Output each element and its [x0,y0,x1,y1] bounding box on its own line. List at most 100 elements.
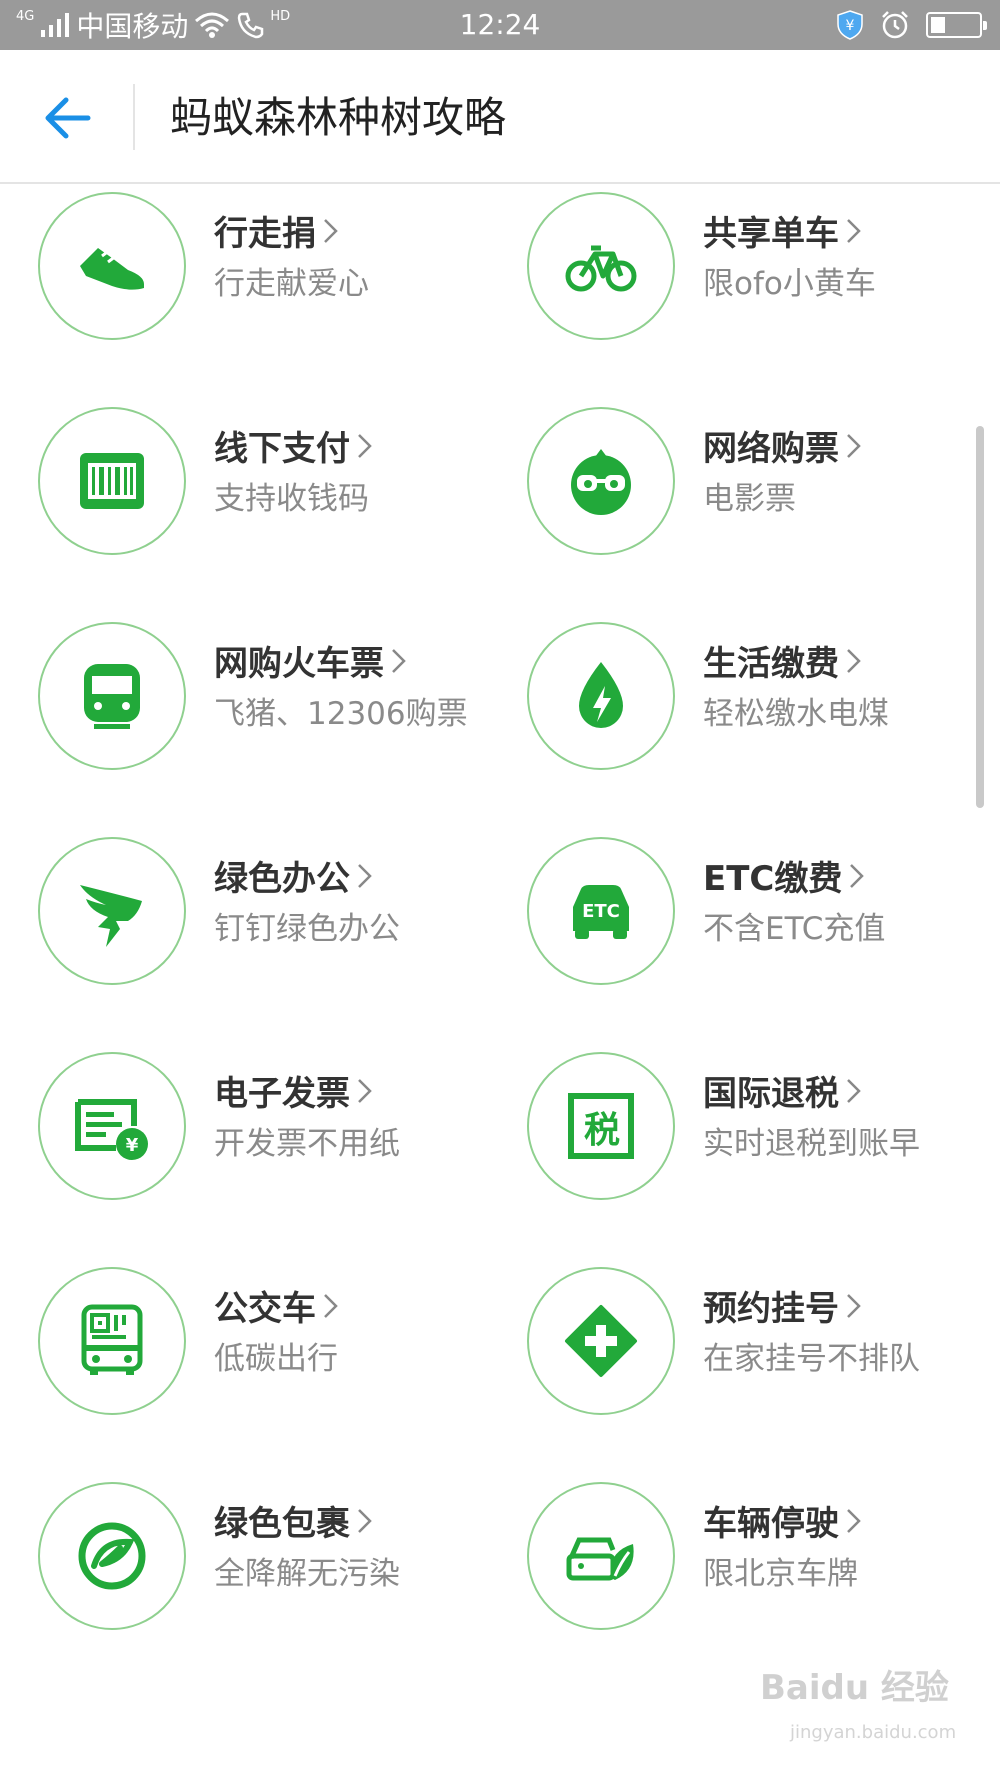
grid-row: 行走捐 行走献爱心 共享单车 限ofo小黄车 [0,184,1000,344]
item-icon-circle [38,837,186,985]
item-title: 预约挂号 [703,1289,839,1329]
item-title: 国际退税 [703,1074,839,1114]
etc-icon-text: ETC [582,901,620,922]
item-subtitle: 全降解无污染 [214,1556,400,1592]
item-title-line: 网购火车票 [214,636,408,685]
item-subtitle: 钉钉绿色办公 [214,911,400,947]
tax-refund-icon: 税 [568,1093,634,1159]
item-icon-circle [38,622,186,770]
grid-row: ¥ 电子发票 开发票不用纸 税 国际退税 实时退税到账早 [0,1044,1000,1204]
scrollbar[interactable] [976,426,984,808]
item-title-line: ETC缴费 [703,851,866,900]
item-title: 网购火车票 [214,644,384,684]
item-title-line: 电子发票 [214,1066,374,1115]
chevron-right-icon [358,1078,372,1103]
header-divider [133,84,135,150]
item-walk-donate[interactable]: 行走捐 行走献爱心 [38,184,518,344]
item-etc-pay[interactable]: ETC ETC缴费 不含ETC充值 [527,829,1000,989]
item-icon-circle [38,1482,186,1630]
item-bus[interactable]: 公交车 低碳出行 [38,1259,518,1419]
grid-row: 绿色包裹 全降解无污染 车辆停驶 限北京车牌 [0,1474,1000,1634]
item-title-line: 共享单车 [703,206,863,255]
item-icon-circle [527,622,675,770]
item-subtitle: 支持收钱码 [214,481,369,517]
bicycle-icon [565,245,637,292]
item-title: 网络购票 [703,429,839,469]
item-subtitle: 飞猪、12306购票 [214,696,468,732]
medical-cross-icon [565,1305,637,1377]
item-icon-circle [527,192,675,340]
chevron-right-icon [847,218,861,243]
back-button[interactable] [40,90,96,146]
yuan-icon-text: ¥ [126,1135,139,1156]
e-invoice-icon: ¥ [75,1099,148,1160]
page-title: 蚂蚁森林种树攻略 [170,93,507,142]
item-subtitle: 行走献爱心 [214,266,369,302]
chevron-right-icon [324,1293,338,1318]
chevron-right-icon [847,1293,861,1318]
item-green-package[interactable]: 绿色包裹 全降解无污染 [38,1474,518,1634]
item-train-ticket[interactable]: 网购火车票 飞猪、12306购票 [38,614,518,774]
item-subtitle: 限北京车牌 [703,1556,858,1592]
grid-row: 公交车 低碳出行 预约挂号 在家挂号不排队 [0,1259,1000,1419]
item-subtitle: 限ofo小黄车 [703,266,876,302]
item-subtitle: 轻松缴水电煤 [703,696,889,732]
item-icon-circle: 税 [527,1052,675,1200]
water-power-icon [579,662,623,728]
item-title-line: 网络购票 [703,421,863,470]
item-tax-refund[interactable]: 税 国际退税 实时退税到账早 [527,1044,1000,1204]
item-icon-circle: ETC [527,837,675,985]
item-subtitle: 在家挂号不排队 [703,1341,920,1377]
chevron-right-icon [847,433,861,458]
item-hospital-booking[interactable]: 预约挂号 在家挂号不排队 [527,1259,1000,1419]
item-subtitle: 低碳出行 [214,1341,338,1377]
item-green-office[interactable]: 绿色办公 钉钉绿色办公 [38,829,518,989]
item-title-line: 国际退税 [703,1066,863,1115]
item-title: 线下支付 [214,429,350,469]
alipay-shield-icon: ¥ [837,10,863,40]
train-icon [84,664,140,729]
item-title: 绿色办公 [214,859,350,899]
item-car-suspend[interactable]: 车辆停驶 限北京车牌 [527,1474,1000,1634]
item-icon-circle: ¥ [38,1052,186,1200]
chevron-right-icon [847,1508,861,1533]
etc-car-icon: ETC [573,885,629,939]
item-title-line: 绿色办公 [214,851,374,900]
barcode-icon [80,453,144,509]
item-online-ticket[interactable]: 网络购票 电影票 [527,399,1000,559]
item-offline-pay[interactable]: 线下支付 支持收钱码 [38,399,518,559]
item-icon-circle [38,1267,186,1415]
item-title: 车辆停驶 [703,1504,839,1544]
item-subtitle: 开发票不用纸 [214,1126,400,1162]
chevron-right-icon [847,1078,861,1103]
status-right: ¥ [836,0,987,50]
item-title-line: 车辆停驶 [703,1496,863,1545]
item-subtitle: 电影票 [703,481,796,517]
dingtalk-icon [80,885,142,947]
baidu-watermark: Baidu 经验 [760,1668,949,1708]
item-utility-pay[interactable]: 生活缴费 轻松缴水电煤 [527,614,1000,774]
movie-mascot-icon [571,449,631,515]
item-title: ETC缴费 [703,859,843,899]
item-icon-circle [527,1482,675,1630]
item-title-line: 公交车 [214,1281,340,1330]
item-bike-share[interactable]: 共享单车 限ofo小黄车 [527,184,1000,344]
item-title-line: 行走捐 [214,206,340,255]
grid-row: 线下支付 支持收钱码 网络购票 电影票 [0,399,1000,559]
app-header: 蚂蚁森林种树攻略 [0,50,1000,184]
status-bar: 4G 中国移动 HD 12:24 ¥ [0,0,1000,50]
item-title-line: 绿色包裹 [214,1496,374,1545]
battery-icon [926,12,987,38]
item-e-invoice[interactable]: ¥ 电子发票 开发票不用纸 [38,1044,518,1204]
item-icon-circle [527,1267,675,1415]
arrow-left-icon [45,97,91,139]
item-icon-circle [38,192,186,340]
chevron-right-icon [358,863,372,888]
item-title-line: 生活缴费 [703,636,863,685]
item-icon-circle [527,407,675,555]
item-title: 共享单车 [703,214,839,254]
bus-qr-icon [81,1304,143,1375]
item-subtitle: 不含ETC充值 [703,911,886,947]
item-title: 绿色包裹 [214,1504,350,1544]
car-leaf-icon [566,1537,634,1581]
